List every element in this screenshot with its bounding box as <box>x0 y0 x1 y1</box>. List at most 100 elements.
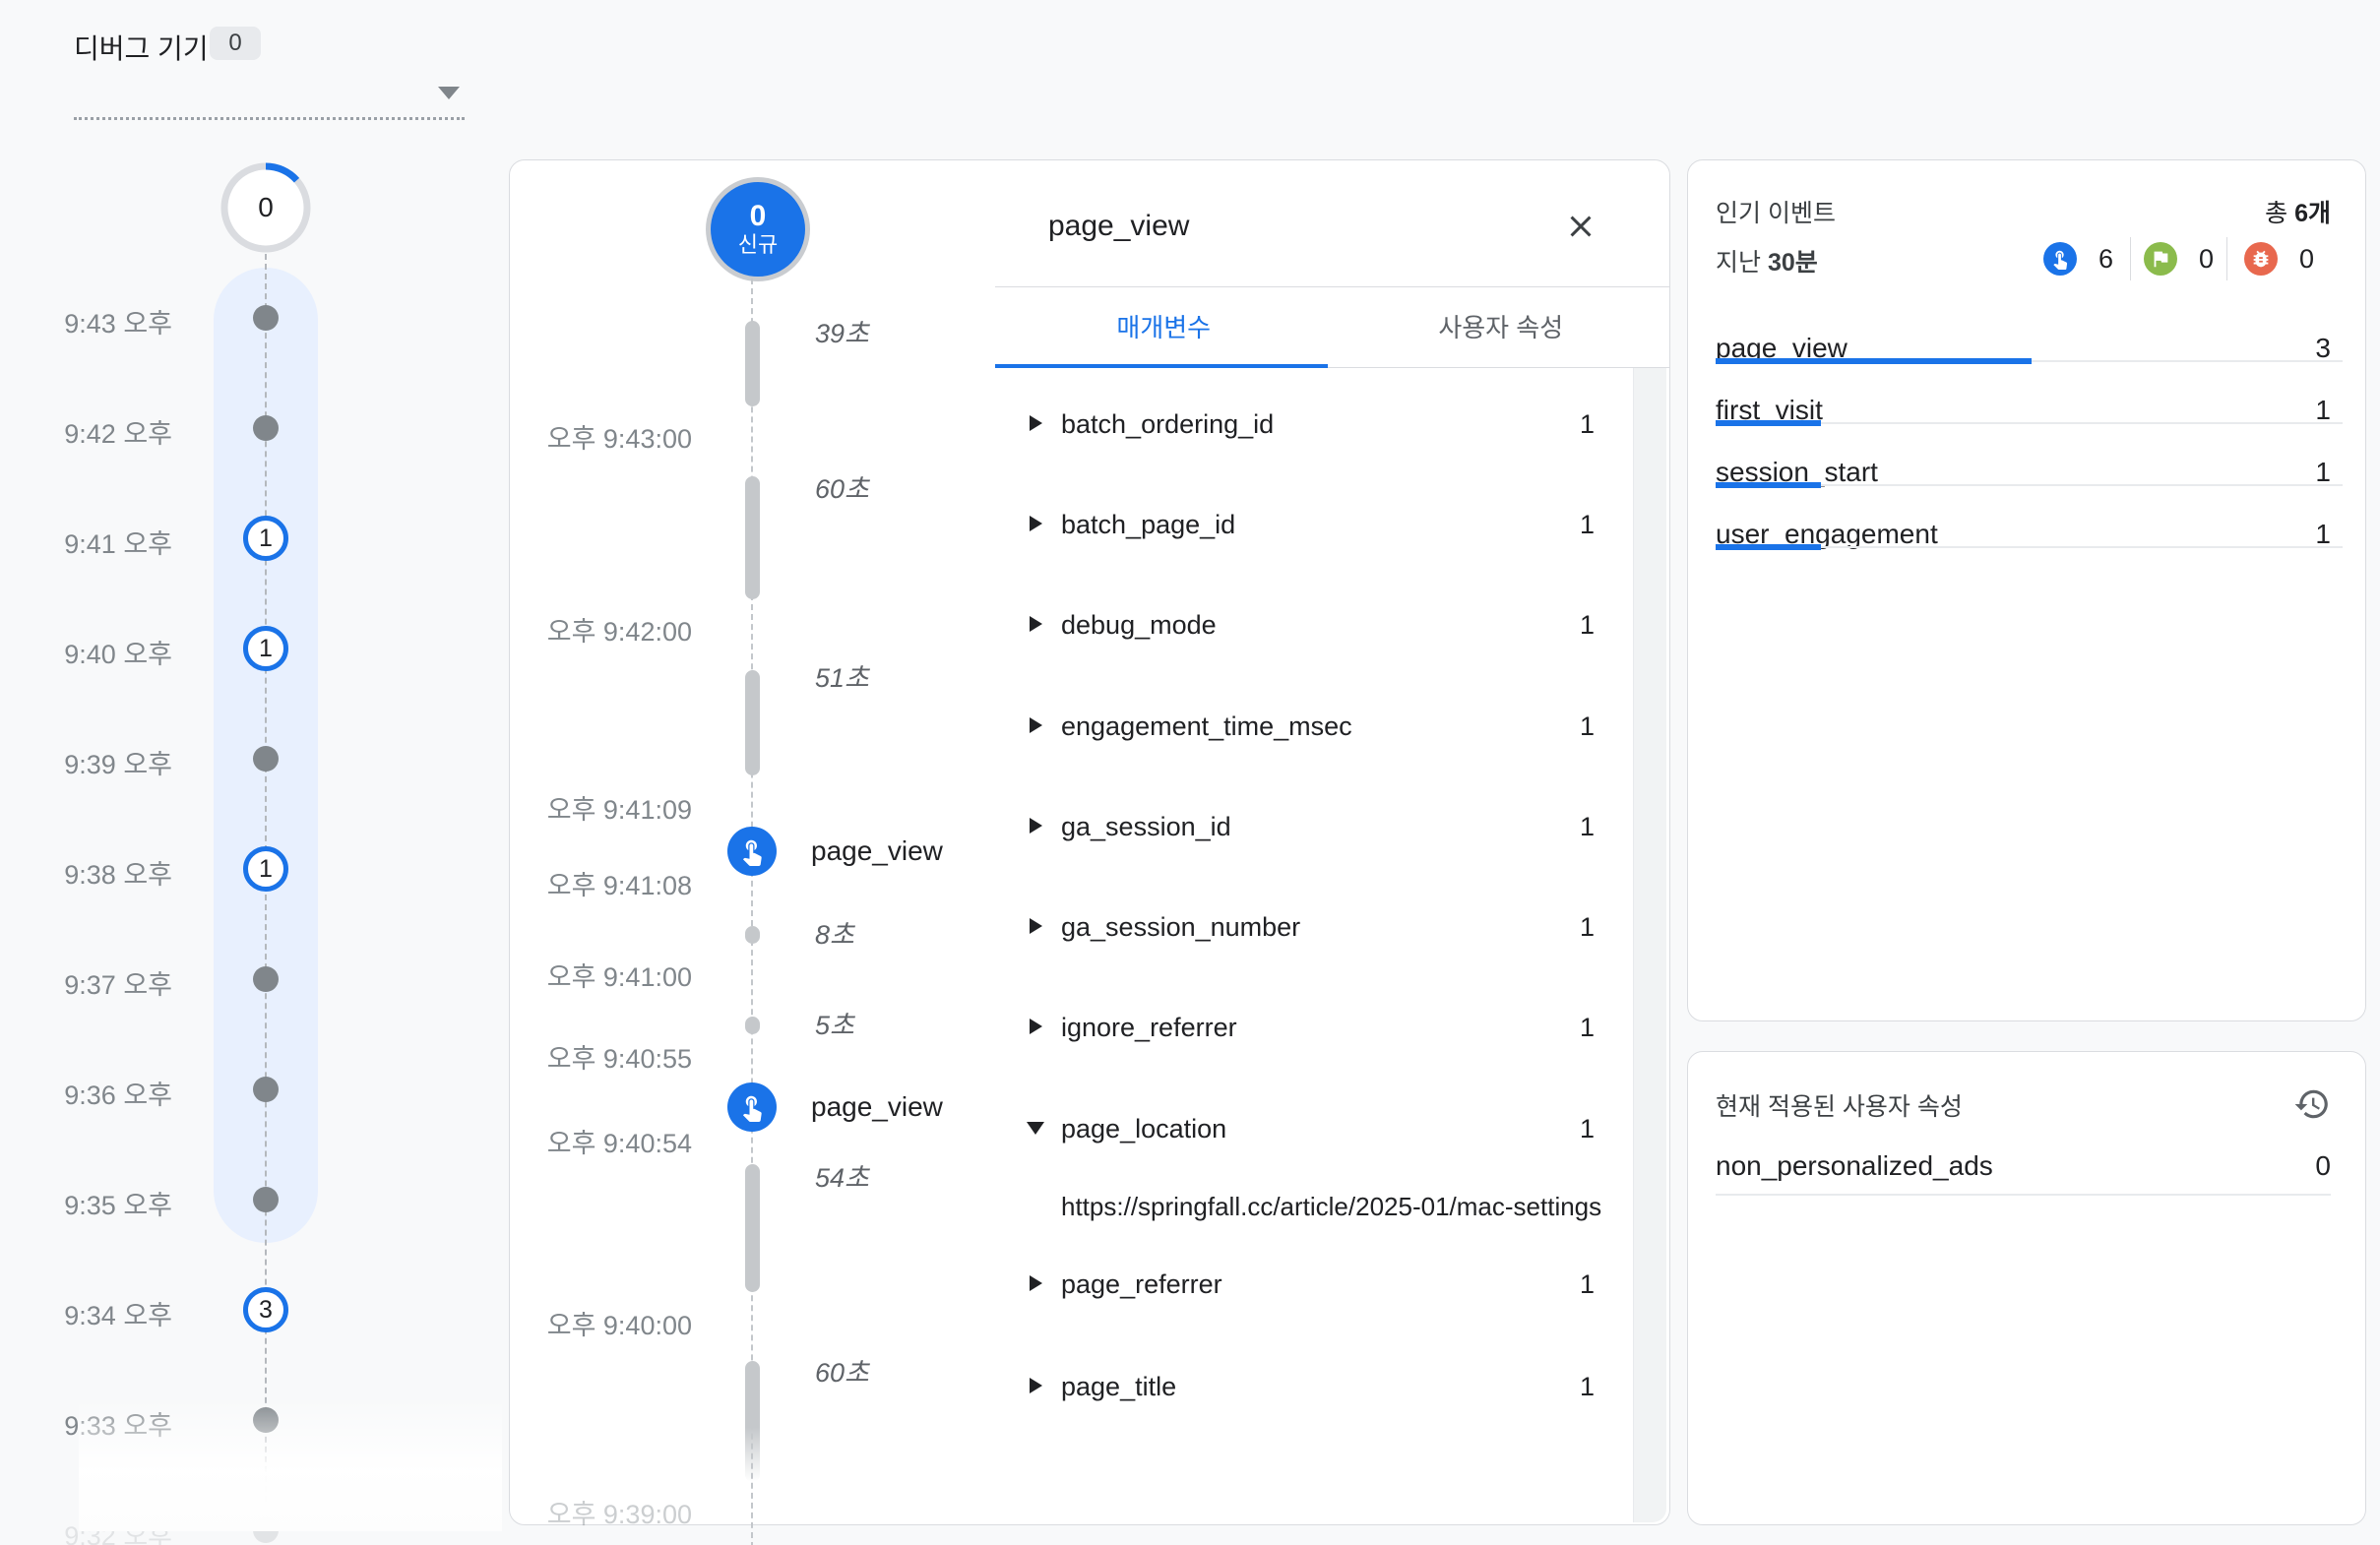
touch-icon <box>2043 242 2077 276</box>
minute-dot[interactable] <box>253 1187 279 1212</box>
parameter-row[interactable]: debug_mode1 <box>1030 605 1595 645</box>
parameter-count: 1 <box>1580 807 1595 846</box>
parameter-name: page_location <box>1061 1109 1226 1148</box>
parameter-count: 1 <box>1580 404 1595 444</box>
bug-icon <box>2250 248 2272 270</box>
minute-time-label: 9:39 오후 <box>0 743 172 781</box>
engagement-duration-label: 54초 <box>815 1156 869 1195</box>
stream-event-label: page_view <box>811 835 943 867</box>
parameter-row[interactable]: ga_session_number1 <box>1030 907 1595 947</box>
counter-divider <box>2130 237 2131 280</box>
engagement-segment <box>745 1017 760 1034</box>
engagement-duration-label: 60초 <box>815 1351 869 1390</box>
minute-dot[interactable] <box>253 415 279 441</box>
minute-time-label: 9:43 오후 <box>0 302 172 340</box>
debugview-page: 디버그 기기 0 0 9:43 오후9:42 오후9:41 오후19:40 오후… <box>0 0 2380 1545</box>
stream-time-label: 오후 9:41:09 <box>510 788 692 827</box>
minute-dot[interactable] <box>253 1077 279 1102</box>
close-icon[interactable] <box>1561 207 1600 246</box>
chevron-collapsed-icon <box>1030 717 1042 733</box>
minute-dot[interactable] <box>253 966 279 992</box>
stream-event[interactable]: page_view <box>727 1082 943 1132</box>
parameter-name: batch_ordering_id <box>1061 404 1274 444</box>
top-events-card: 인기 이벤트 총 6개 지난 30분 600 page_view3first_v… <box>1687 159 2366 1021</box>
minute-time-label: 9:36 오후 <box>0 1074 172 1112</box>
engagement-duration-label: 5초 <box>815 1004 854 1042</box>
detail-scrollbar[interactable] <box>1633 368 1666 1522</box>
flag-icon <box>2150 248 2171 270</box>
counter-value: 6 <box>2098 244 2113 275</box>
parameter-count: 1 <box>1580 1265 1595 1304</box>
user-properties-card: 현재 적용된 사용자 속성 non_personalized_ads0 <box>1687 1051 2366 1525</box>
stream-timeline-line <box>751 278 753 1545</box>
parameter-name: batch_page_id <box>1061 505 1235 544</box>
parameter-count: 1 <box>1580 1008 1595 1047</box>
new-events-label: 신규 <box>738 232 778 258</box>
parameter-row[interactable]: page_title1 <box>1030 1367 1595 1406</box>
chevron-collapsed-icon <box>1030 415 1042 431</box>
chevron-collapsed-icon <box>1030 516 1042 531</box>
engagement-duration-label: 8초 <box>815 913 854 952</box>
parameter-row[interactable]: page_referrer1 <box>1030 1265 1595 1304</box>
current-minute-circle[interactable]: 0 <box>219 160 313 255</box>
minute-time-label: 9:37 오후 <box>0 963 172 1002</box>
history-icon[interactable] <box>2292 1084 2332 1124</box>
stream-event[interactable]: page_view <box>727 827 943 876</box>
counter-flag: 0 <box>2144 242 2214 276</box>
touch-icon <box>737 1092 767 1122</box>
minute-time-label: 9:41 오후 <box>0 523 172 561</box>
parameter-row[interactable]: batch_page_id 1 <box>1030 505 1595 544</box>
parameter-row[interactable]: ignore_referrer 1 <box>1030 1008 1595 1047</box>
minute-event-count[interactable]: 3 <box>243 1287 288 1332</box>
new-events-circle[interactable]: 0 신규 <box>711 182 805 277</box>
chevron-collapsed-icon <box>1030 616 1042 632</box>
minute-dot[interactable] <box>253 305 279 331</box>
parameter-name: debug_mode <box>1061 605 1217 645</box>
stream-time-label: 오후 9:39:00 <box>510 1493 692 1531</box>
minute-dot[interactable] <box>253 746 279 772</box>
top-event-bar <box>1716 358 2032 364</box>
engagement-segment <box>745 926 760 944</box>
device-count-badge: 0 <box>210 27 261 60</box>
minute-time-label: 9:34 오후 <box>0 1294 172 1332</box>
engagement-duration-label: 51초 <box>815 656 869 695</box>
new-events-count: 0 <box>750 201 767 232</box>
engagement-segment <box>745 670 760 775</box>
parameter-row[interactable]: ga_session_id 1 <box>1030 807 1595 846</box>
stream-time-label: 오후 9:40:54 <box>510 1122 692 1160</box>
minute-event-count[interactable]: 1 <box>243 846 288 892</box>
parameter-count: 1 <box>1580 907 1595 947</box>
parameter-count: 1 <box>1580 505 1595 544</box>
stream-time-label: 오후 9:43:00 <box>510 417 692 456</box>
top-event-bar <box>1716 482 1821 488</box>
chevron-collapsed-icon <box>1030 1275 1042 1291</box>
user-property-name: non_personalized_ads <box>1716 1150 1993 1182</box>
engagement-duration-label: 39초 <box>815 312 869 350</box>
chevron-collapsed-icon <box>1030 918 1042 934</box>
touch-icon <box>737 836 767 866</box>
stream-event-label: page_view <box>811 1091 943 1123</box>
parameter-row[interactable]: engagement_time_msec1 <box>1030 707 1595 746</box>
touch-icon <box>727 827 777 876</box>
user-property-value: 0 <box>2315 1150 2331 1182</box>
stream-time-label: 오후 9:40:55 <box>510 1037 692 1076</box>
parameter-row[interactable]: batch_ordering_id 1 <box>1030 404 1595 444</box>
event-stream-card: 0 신규 오후 9:43:00 오후 9:42:00 오후 9:41:09 오후 9:… <box>509 159 1670 1525</box>
parameter-count: 1 <box>1580 707 1595 746</box>
current-minute-count: 0 <box>219 160 313 255</box>
parameter-name: ga_session_id <box>1061 807 1231 846</box>
chevron-collapsed-icon <box>1030 818 1042 834</box>
tab-parameters[interactable]: 매개변수 <box>995 287 1333 368</box>
detail-tabs: 매개변수사용자 속성 <box>995 287 1669 368</box>
device-selector[interactable] <box>74 59 465 120</box>
stream-time-label: 오후 9:40:00 <box>510 1304 692 1342</box>
minute-event-count[interactable]: 1 <box>243 516 288 561</box>
minute-event-count[interactable]: 1 <box>243 626 288 671</box>
parameter-row[interactable]: page_location1 <box>1030 1109 1595 1148</box>
stream-time-label: 오후 9:42:00 <box>510 610 692 649</box>
engagement-segment <box>745 1361 760 1482</box>
tab-user-properties[interactable]: 사용자 속성 <box>1333 287 1670 368</box>
parameter-name: ignore_referrer <box>1061 1008 1237 1047</box>
counter-bug: 0 <box>2244 242 2314 276</box>
chevron-expanded-icon <box>1027 1122 1044 1135</box>
